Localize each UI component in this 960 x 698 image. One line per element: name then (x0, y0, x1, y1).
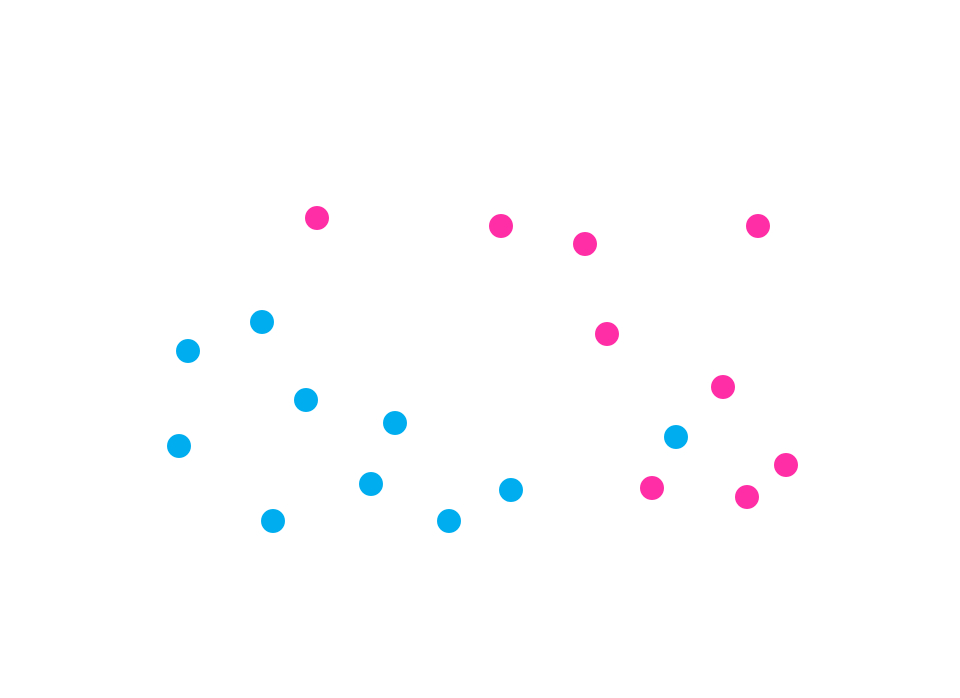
series-1-point-4 (383, 411, 407, 435)
series-2-point-6 (711, 375, 735, 399)
series-1-point-1 (250, 310, 274, 334)
series-1-point-8 (437, 509, 461, 533)
series-1-point-10 (664, 425, 688, 449)
series-1-point-6 (359, 472, 383, 496)
series-2-point-7 (774, 453, 798, 477)
scatter-chart (0, 0, 960, 698)
series-2-point-3 (573, 232, 597, 256)
series-2-point-4 (746, 214, 770, 238)
series-2-point-1 (305, 206, 329, 230)
series-1-point-2 (176, 339, 200, 363)
series-1-point-5 (167, 434, 191, 458)
series-1-point-9 (499, 478, 523, 502)
series-2-point-9 (735, 485, 759, 509)
series-1-point-3 (294, 388, 318, 412)
series-2-point-2 (489, 214, 513, 238)
series-1-point-7 (261, 509, 285, 533)
series-2-point-8 (640, 476, 664, 500)
chart-background (0, 0, 960, 698)
series-2-point-5 (595, 322, 619, 346)
